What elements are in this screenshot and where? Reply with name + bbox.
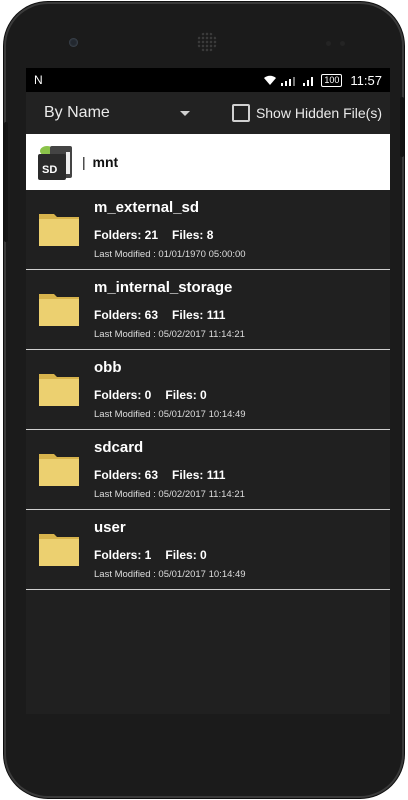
battery-icon: 100 bbox=[321, 73, 343, 87]
folder-counts: Folders: 1 Files: 0 bbox=[94, 548, 221, 562]
light-sensor bbox=[340, 41, 345, 46]
status-icons: 100 11:57 bbox=[263, 73, 382, 88]
sort-label: By Name bbox=[44, 104, 110, 121]
folder-icon bbox=[39, 534, 79, 566]
phone-frame: N 100 11:57 By Name Show Hidden File(s) … bbox=[4, 2, 404, 798]
show-hidden-toggle[interactable]: Show Hidden File(s) bbox=[231, 104, 382, 122]
subfolder-count: Folders: 0 bbox=[94, 388, 152, 402]
volume-button bbox=[4, 122, 8, 242]
last-modified: Last Modified : 05/01/2017 10:14:49 bbox=[94, 409, 246, 420]
status-time: 11:57 bbox=[350, 72, 382, 88]
wifi-icon bbox=[264, 75, 277, 85]
file-count: Files: 0 bbox=[165, 388, 207, 402]
sort-dropdown[interactable]: By Name bbox=[44, 104, 194, 122]
proximity-sensor bbox=[326, 41, 331, 46]
front-camera bbox=[69, 38, 78, 47]
folder-icon bbox=[39, 294, 79, 326]
folder-name: m_external_sd bbox=[94, 199, 200, 216]
path-bar: SD | mnt bbox=[26, 134, 390, 190]
file-count: Files: 111 bbox=[172, 468, 226, 482]
sd-card-icon: SD bbox=[36, 142, 76, 182]
power-button bbox=[400, 97, 404, 157]
folder-list: m_external_sd Folders: 21 Files: 8 Last M… bbox=[26, 190, 390, 590]
folder-name: m_internal_storage bbox=[94, 279, 233, 296]
status-bar: N 100 11:57 bbox=[26, 68, 390, 92]
list-item[interactable]: m_internal_storage Folders: 63 Files: 111… bbox=[26, 270, 390, 350]
folder-icon bbox=[39, 374, 79, 406]
earpiece-speaker bbox=[197, 32, 217, 52]
last-modified: Last Modified : 05/02/2017 11:14:21 bbox=[94, 489, 245, 500]
folder-icon bbox=[39, 454, 79, 486]
folder-icon bbox=[39, 214, 79, 246]
folder-name: obb bbox=[94, 359, 122, 376]
last-modified: Last Modified : 05/02/2017 11:14:21 bbox=[94, 329, 245, 340]
file-count: Files: 111 bbox=[172, 308, 226, 322]
file-count: Files: 8 bbox=[172, 228, 214, 242]
subfolder-count: Folders: 63 bbox=[94, 468, 159, 482]
last-modified: Last Modified : 05/01/2017 10:14:49 bbox=[94, 569, 246, 580]
subfolder-count: Folders: 1 bbox=[94, 548, 152, 562]
svg-text:SD: SD bbox=[42, 164, 57, 176]
subfolder-count: Folders: 63 bbox=[94, 308, 159, 322]
folder-counts: Folders: 63 Files: 111 bbox=[94, 308, 239, 322]
signal-icon bbox=[281, 76, 296, 86]
folder-counts: Folders: 0 Files: 0 bbox=[94, 388, 221, 402]
notification-icon: N bbox=[34, 73, 43, 87]
screen: N 100 11:57 By Name Show Hidden File(s) … bbox=[26, 68, 390, 714]
dropdown-arrow-icon bbox=[180, 110, 190, 116]
path-separator: | bbox=[82, 154, 86, 170]
folder-name: sdcard bbox=[94, 439, 144, 456]
list-item[interactable]: sdcard Folders: 63 Files: 111 Last Modifi… bbox=[26, 430, 390, 510]
signal-icon-secondary bbox=[303, 76, 314, 86]
current-path: | mnt bbox=[82, 154, 118, 170]
folder-counts: Folders: 63 Files: 111 bbox=[94, 468, 239, 482]
folder-counts: Folders: 21 Files: 8 bbox=[94, 228, 227, 242]
last-modified: Last Modified : 01/01/1970 05:00:00 bbox=[94, 249, 246, 260]
folder-name: user bbox=[94, 519, 126, 536]
show-hidden-checkbox[interactable] bbox=[231, 104, 250, 122]
list-item[interactable]: m_external_sd Folders: 21 Files: 8 Last M… bbox=[26, 190, 390, 270]
show-hidden-label: Show Hidden File(s) bbox=[255, 105, 382, 121]
subfolder-count: Folders: 21 bbox=[94, 228, 159, 242]
list-item[interactable]: user Folders: 1 Files: 0 Last Modified : … bbox=[26, 510, 390, 590]
file-count: Files: 0 bbox=[165, 548, 207, 562]
toolbar: By Name Show Hidden File(s) bbox=[26, 92, 390, 134]
list-item[interactable]: obb Folders: 0 Files: 0 Last Modified : 0… bbox=[26, 350, 390, 430]
current-path-label: mnt bbox=[92, 154, 119, 170]
